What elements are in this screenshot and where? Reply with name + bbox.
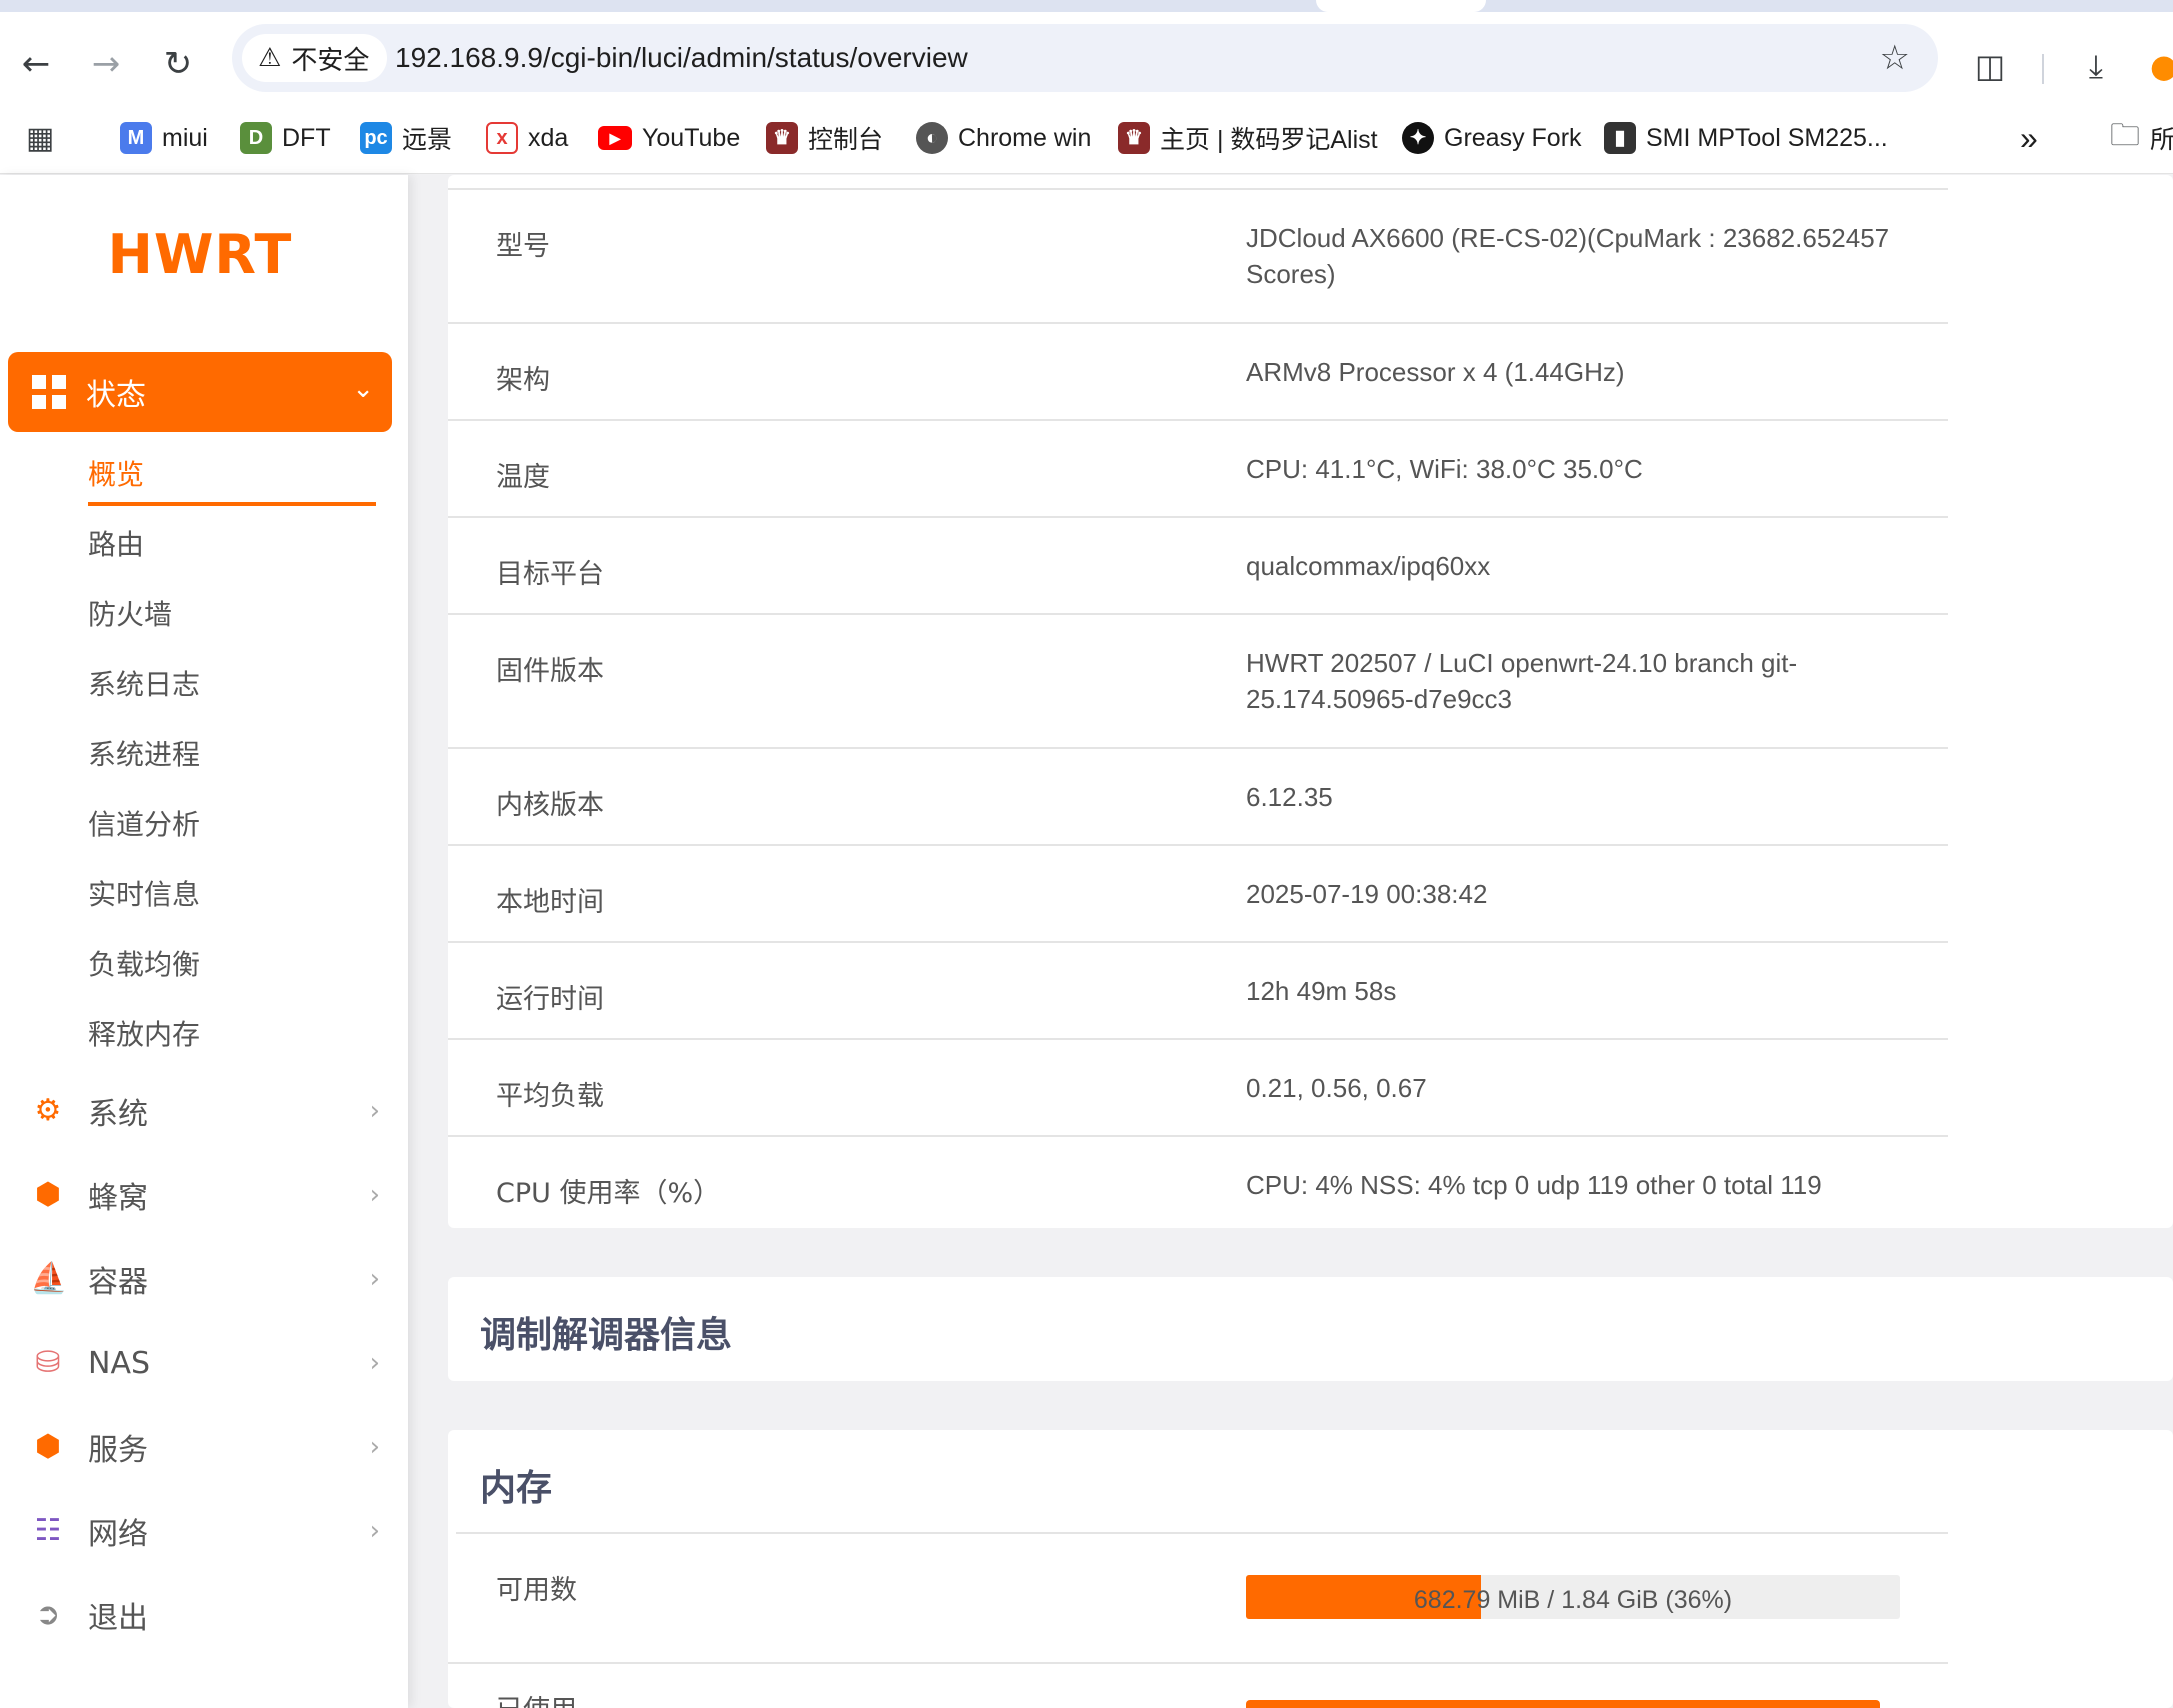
database-icon: ⛁ (35, 1345, 61, 1380)
bookmarks-overflow-button[interactable]: » (2020, 118, 2038, 158)
modem-card: 调制解调器信息 (448, 1277, 2173, 1381)
bookmark-xda[interactable]: x xda (486, 118, 568, 158)
table-row: 温度 CPU: 41.1°C, WiFi: 38.0°C 35.0°C (448, 421, 1948, 518)
chevron-right-icon: › (369, 1264, 380, 1294)
menu-status-label: 状态 (86, 378, 146, 413)
chevron-right-icon: › (369, 1432, 380, 1462)
url-text[interactable]: 192.168.9.9/cgi-bin/luci/admin/status/ov… (395, 24, 968, 92)
bookmark-youtube[interactable]: ▶ YouTube (598, 118, 740, 158)
chevron-down-icon: ⌄ (352, 374, 374, 404)
submenu-routes[interactable]: 路由 (88, 523, 144, 563)
reload-icon[interactable]: ↻ (156, 42, 200, 86)
greasy-fork-icon: ✦ (1402, 122, 1434, 154)
console-icon: ♛ (766, 122, 798, 154)
bookmark-dft[interactable]: D DFT (240, 118, 331, 158)
table-row: 平均负载 0.21, 0.56, 0.67 (448, 1040, 1948, 1137)
memory-title: 内存 (480, 1468, 553, 1509)
apps-icon[interactable]: ▦ (26, 118, 54, 158)
bookmark-alist[interactable]: ♛ 主页 | 数码罗记Alist (1118, 118, 1378, 158)
security-label: 不安全 (291, 45, 370, 76)
active-underline (88, 502, 376, 506)
divider (456, 1532, 1948, 1534)
table-row: 本地时间 2025-07-19 00:38:42 (448, 846, 1948, 943)
memory-used-label: 已使用 (496, 1688, 577, 1708)
menu-docker[interactable]: ⛵ 容器 › (30, 1251, 380, 1307)
folder-icon: 🗀 (2110, 118, 2140, 152)
menu-status[interactable]: 状态 ⌄ (8, 352, 392, 432)
security-chip[interactable]: ⚠ 不安全 (242, 34, 388, 82)
bookmark-chrome-win[interactable]: ◐ Chrome win (916, 118, 1091, 158)
submenu-overview[interactable]: 概览 (88, 453, 144, 493)
xda-icon: x (486, 122, 518, 154)
chevron-right-icon: › (369, 1096, 380, 1126)
alist-icon: ♛ (1118, 122, 1150, 154)
gear-icon: ⚙ (34, 1093, 62, 1128)
menu-cellular[interactable]: ⬢ 蜂窝 › (30, 1167, 380, 1223)
forward-icon[interactable]: → (84, 42, 128, 86)
network-icon: ☷ (34, 1513, 62, 1548)
memory-available-bar: 682.79 MiB / 1.84 GiB (36%) (1246, 1575, 1900, 1619)
table-row: CPU 使用率（%） CPU: 4% NSS: 4% tcp 0 udp 119… (496, 1170, 1822, 1209)
table-row: 运行时间 12h 49m 58s (448, 943, 1948, 1040)
system-info-card: 型号 JDCloud AX6600 (RE-CS-02)(CpuMark : 2… (448, 175, 2173, 1228)
cube-icon: ⬢ (34, 1177, 62, 1212)
globe-icon: ◐ (916, 122, 948, 154)
submenu-syslog[interactable]: 系统日志 (88, 663, 200, 703)
chevron-right-icon: › (369, 1516, 380, 1546)
tab-strip (0, 0, 2173, 12)
dft-icon: D (240, 122, 272, 154)
logo[interactable]: HWRT (0, 223, 400, 286)
memory-available-label: 可用数 (496, 1575, 577, 1606)
table-row: 固件版本 HWRT 202507 / LuCI openwrt-24.10 br… (448, 615, 1948, 749)
modem-title: 调制解调器信息 (480, 1315, 733, 1356)
dashboard-icon (32, 375, 66, 409)
memory-used-bar (1246, 1700, 1880, 1708)
menu-nas[interactable]: ⛁ NAS › (30, 1335, 380, 1391)
submenu-processes[interactable]: 系统进程 (88, 733, 200, 773)
miui-icon: M (120, 122, 152, 154)
memory-available-text: 682.79 MiB / 1.84 GiB (36%) (1413, 1586, 1733, 1614)
menu-system[interactable]: ⚙ 系统 › (30, 1083, 380, 1139)
table-row: 目标平台 qualcommax/ipq60xx (448, 518, 1948, 615)
address-bar[interactable]: ⚠ 不安全 192.168.9.9/cgi-bin/luci/admin/sta… (232, 24, 1938, 92)
bookmark-yuanjing[interactable]: pc 远景 (360, 118, 452, 158)
table-row: 内核版本 6.12.35 (448, 749, 1948, 846)
star-icon[interactable]: ☆ (1880, 24, 1910, 92)
yuanjing-icon: pc (360, 122, 392, 154)
bookmarks-bar: ▦ M miui D DFT pc 远景 x xda ▶ YouTube ♛ 控… (0, 104, 2173, 174)
table-row: 型号 JDCloud AX6600 (RE-CS-02)(CpuMark : 2… (448, 190, 1948, 324)
bookmark-console[interactable]: ♛ 控制台 (766, 118, 883, 158)
submenu-channel-analysis[interactable]: 信道分析 (88, 803, 200, 843)
submenu-firewall[interactable]: 防火墙 (88, 593, 172, 633)
browser-toolbar: ← → ↻ ⚠ 不安全 192.168.9.9/cgi-bin/luci/adm… (0, 12, 2173, 104)
divider (448, 1662, 1948, 1664)
menu-logout[interactable]: ➲ 退出 (30, 1587, 380, 1643)
bookmark-folder[interactable]: 🗀 所 (2110, 118, 2173, 158)
profile-icon[interactable]: ● (2140, 42, 2173, 90)
docker-icon: ⛵ (30, 1261, 68, 1296)
menu-network[interactable]: ☷ 网络 › (30, 1503, 380, 1559)
youtube-icon: ▶ (598, 126, 632, 150)
back-icon[interactable]: ← (14, 42, 58, 86)
table-row: 架构 ARMv8 Processor x 4 (1.44GHz) (448, 324, 1948, 421)
active-tab[interactable] (1316, 0, 1486, 12)
warning-icon: ⚠ (258, 43, 282, 73)
chevron-right-icon: › (369, 1180, 380, 1210)
bookmark-smi-mptool[interactable]: ▮ SMI MPTool SM225... (1604, 118, 1888, 158)
sidebar: HWRT 状态 ⌄ 概览 路由 防火墙 系统日志 系统进程 信道分析 实时信息 … (0, 175, 408, 1708)
bookmark-miui[interactable]: M miui (120, 118, 208, 158)
bookmark-greasy-fork[interactable]: ✦ Greasy Fork (1402, 118, 1582, 158)
memory-card: 内存 可用数 682.79 MiB / 1.84 GiB (36%) 已使用 (448, 1430, 2173, 1708)
menu-services[interactable]: ⬢ 服务 › (30, 1419, 380, 1475)
logout-icon: ➲ (35, 1597, 61, 1632)
download-icon[interactable]: ⤓ (2072, 42, 2120, 90)
cube-icon: ⬢ (34, 1429, 62, 1464)
usb-icon: ▮ (1604, 122, 1636, 154)
submenu-realtime[interactable]: 实时信息 (88, 873, 200, 913)
submenu-load-balance[interactable]: 负载均衡 (88, 943, 200, 983)
extensions-icon[interactable]: ◫ (1966, 42, 2014, 90)
chevron-right-icon: › (369, 1348, 380, 1378)
submenu-free-memory[interactable]: 释放内存 (88, 1013, 200, 1053)
toolbar-divider (2042, 54, 2044, 84)
